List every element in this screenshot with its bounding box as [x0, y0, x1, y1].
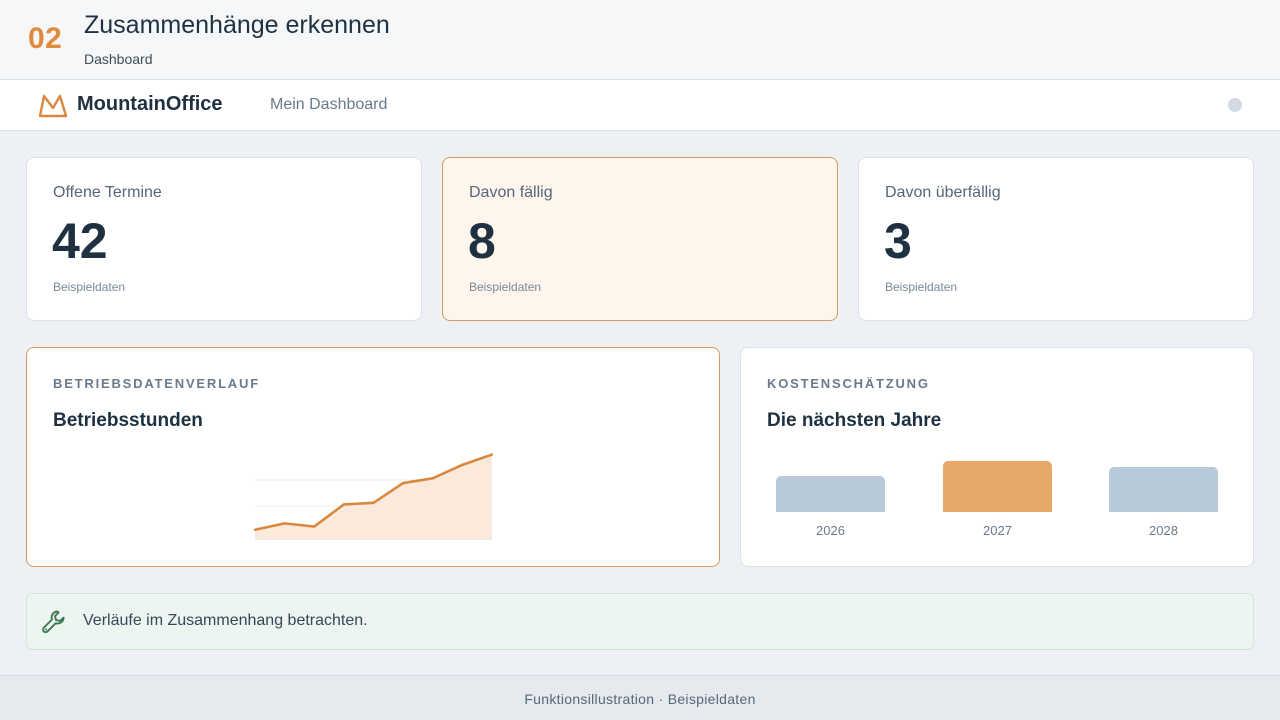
data-point-1	[283, 522, 286, 525]
top-header: 02 Zusammenhänge erkennen Dashboard	[0, 0, 1280, 80]
kpi-note: Beispieldaten	[53, 280, 126, 294]
data-point-8	[490, 453, 494, 456]
kpi-label: Offene Termine	[53, 184, 162, 201]
mountain-logo-icon[interactable]	[38, 92, 68, 118]
kpi-card-open: Offene Termine 42 Beispieldaten	[26, 157, 422, 321]
data-point-3	[342, 503, 346, 506]
data-point-7	[461, 463, 464, 467]
kpi-label: Davon fällig	[469, 184, 553, 201]
bar-2028	[1109, 467, 1218, 512]
kpi-value: 3	[884, 213, 912, 269]
bar-label-2027: 2027	[983, 523, 1012, 538]
tip-text: Verläufe im Zusammenhang betrachten.	[83, 612, 368, 629]
tip-box: Verläufe im Zusammenhang betrachten.	[26, 593, 1254, 650]
data-point-6	[431, 477, 434, 480]
bar-label-2026: 2026	[816, 523, 845, 538]
wrench-icon	[42, 610, 65, 634]
data-point-5	[401, 481, 405, 485]
bar-chart-card: KOSTENSCHÄTZUNG Die nächsten Jahre 2026 2…	[740, 347, 1254, 567]
page-title: Zusammenhänge erkennen	[84, 11, 390, 39]
brand-name[interactable]: MountainOffice	[77, 93, 223, 116]
data-point-4	[372, 501, 375, 505]
data-point-0	[253, 528, 257, 531]
kpi-value: 8	[468, 213, 496, 269]
kpi-card-due: Davon fällig 8 Beispieldaten	[442, 157, 838, 321]
bar-chart: 2026 2027 2028	[741, 348, 1255, 568]
bar-label-2028: 2028	[1149, 523, 1178, 538]
bar-2026	[776, 476, 885, 512]
data-point-2	[313, 525, 316, 528]
kpi-note: Beispieldaten	[885, 280, 958, 294]
avatar-icon[interactable]	[1228, 98, 1242, 112]
kpi-label: Davon überfällig	[885, 184, 1001, 201]
line-chart-card: BETRIEBSDATENVERLAUF Betriebsstunden	[26, 347, 720, 567]
line-chart	[253, 453, 494, 540]
footer-text: Funktionsillustration · Beispieldaten	[524, 691, 756, 707]
step-number: 02	[28, 22, 63, 55]
kpi-value: 42	[52, 213, 108, 269]
kpi-card-overdue: Davon überfällig 3 Beispieldaten	[858, 157, 1254, 321]
nav-link-dashboard[interactable]: Mein Dashboard	[270, 96, 387, 114]
kpi-note: Beispieldaten	[469, 280, 542, 294]
footer: Funktionsillustration · Beispieldaten	[0, 675, 1280, 720]
page-subtitle: Dashboard	[84, 51, 153, 67]
bar-2027	[943, 461, 1052, 512]
